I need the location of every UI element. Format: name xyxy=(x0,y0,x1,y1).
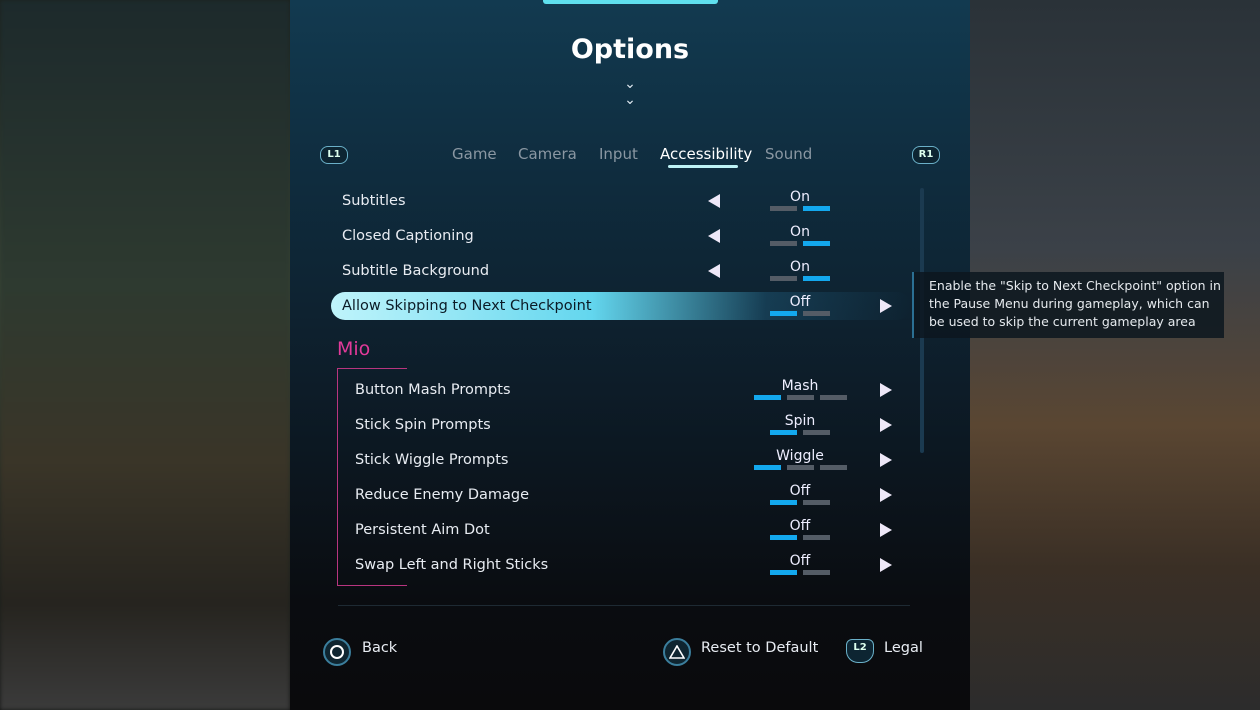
setting-value: On xyxy=(790,189,810,205)
tab-game[interactable]: Game xyxy=(452,145,497,163)
setting-label: Allow Skipping to Next Checkpoint xyxy=(342,298,592,314)
reset-to-default-button[interactable]: Reset to Default xyxy=(701,640,818,656)
option-segment xyxy=(803,276,830,281)
l2-button-icon[interactable]: L2 xyxy=(846,639,874,663)
legal-button[interactable]: Legal xyxy=(884,640,923,656)
option-segment xyxy=(754,395,781,400)
arrow-left-icon[interactable] xyxy=(708,264,720,278)
tab-sound[interactable]: Sound xyxy=(765,145,812,163)
tab-camera[interactable]: Camera xyxy=(518,145,577,163)
option-segment xyxy=(820,395,847,400)
top-accent-bar xyxy=(543,0,718,4)
setting-value: On xyxy=(790,259,810,275)
active-tab-indicator xyxy=(668,165,738,168)
triangle-button-icon[interactable] xyxy=(663,638,691,666)
option-segment xyxy=(770,535,797,540)
option-segment xyxy=(770,206,797,211)
arrow-right-icon[interactable] xyxy=(880,383,892,397)
setting-value: Off xyxy=(789,294,811,310)
tab-accessibility[interactable]: Accessibility xyxy=(660,145,752,163)
setting-value: On xyxy=(790,224,810,240)
option-segment xyxy=(803,535,830,540)
double-chevron-down-icon: ⌄ ⌄ xyxy=(624,76,636,108)
option-segment xyxy=(803,430,830,435)
option-segment xyxy=(770,430,797,435)
circle-button-icon[interactable] xyxy=(323,638,351,666)
arrow-right-icon[interactable] xyxy=(880,558,892,572)
option-segment xyxy=(770,570,797,575)
setting-label: Subtitle Background xyxy=(342,263,490,279)
option-segment xyxy=(770,311,797,316)
arrow-right-icon[interactable] xyxy=(880,453,892,467)
option-segment xyxy=(803,206,830,211)
arrow-right-icon[interactable] xyxy=(880,418,892,432)
setting-label: Closed Captioning xyxy=(342,228,474,244)
setting-value: Mash xyxy=(781,378,819,394)
option-segment xyxy=(787,395,814,400)
setting-value: Off xyxy=(789,483,811,499)
arrow-left-icon[interactable] xyxy=(708,194,720,208)
setting-description-tooltip: Enable the "Skip to Next Checkpoint" opt… xyxy=(912,272,1224,338)
setting-value: Wiggle xyxy=(776,448,824,464)
tab-input[interactable]: Input xyxy=(599,145,638,163)
page-title: Options xyxy=(570,34,690,65)
r1-button-icon[interactable]: R1 xyxy=(912,146,940,164)
option-segment xyxy=(803,241,830,246)
setting-value: Spin xyxy=(784,413,816,429)
l1-button-icon[interactable]: L1 xyxy=(320,146,348,164)
option-segment xyxy=(754,465,781,470)
section-bracket xyxy=(337,368,407,586)
arrow-right-icon[interactable] xyxy=(880,488,892,502)
arrow-left-icon[interactable] xyxy=(708,229,720,243)
back-button[interactable]: Back xyxy=(362,640,397,656)
option-segment xyxy=(770,241,797,246)
arrow-right-icon[interactable] xyxy=(880,523,892,537)
option-segment xyxy=(770,276,797,281)
option-segment xyxy=(820,465,847,470)
option-segment xyxy=(803,311,830,316)
setting-value: Off xyxy=(789,553,811,569)
footer-divider xyxy=(338,605,910,606)
option-segment xyxy=(803,570,830,575)
background-left xyxy=(0,0,290,710)
option-segment xyxy=(803,500,830,505)
background-right xyxy=(970,0,1260,710)
arrow-right-icon[interactable] xyxy=(880,299,892,313)
option-segment xyxy=(770,500,797,505)
option-segment xyxy=(787,465,814,470)
setting-value: Off xyxy=(789,518,811,534)
section-title-mio: Mio xyxy=(337,338,371,360)
setting-label: Subtitles xyxy=(342,193,406,209)
